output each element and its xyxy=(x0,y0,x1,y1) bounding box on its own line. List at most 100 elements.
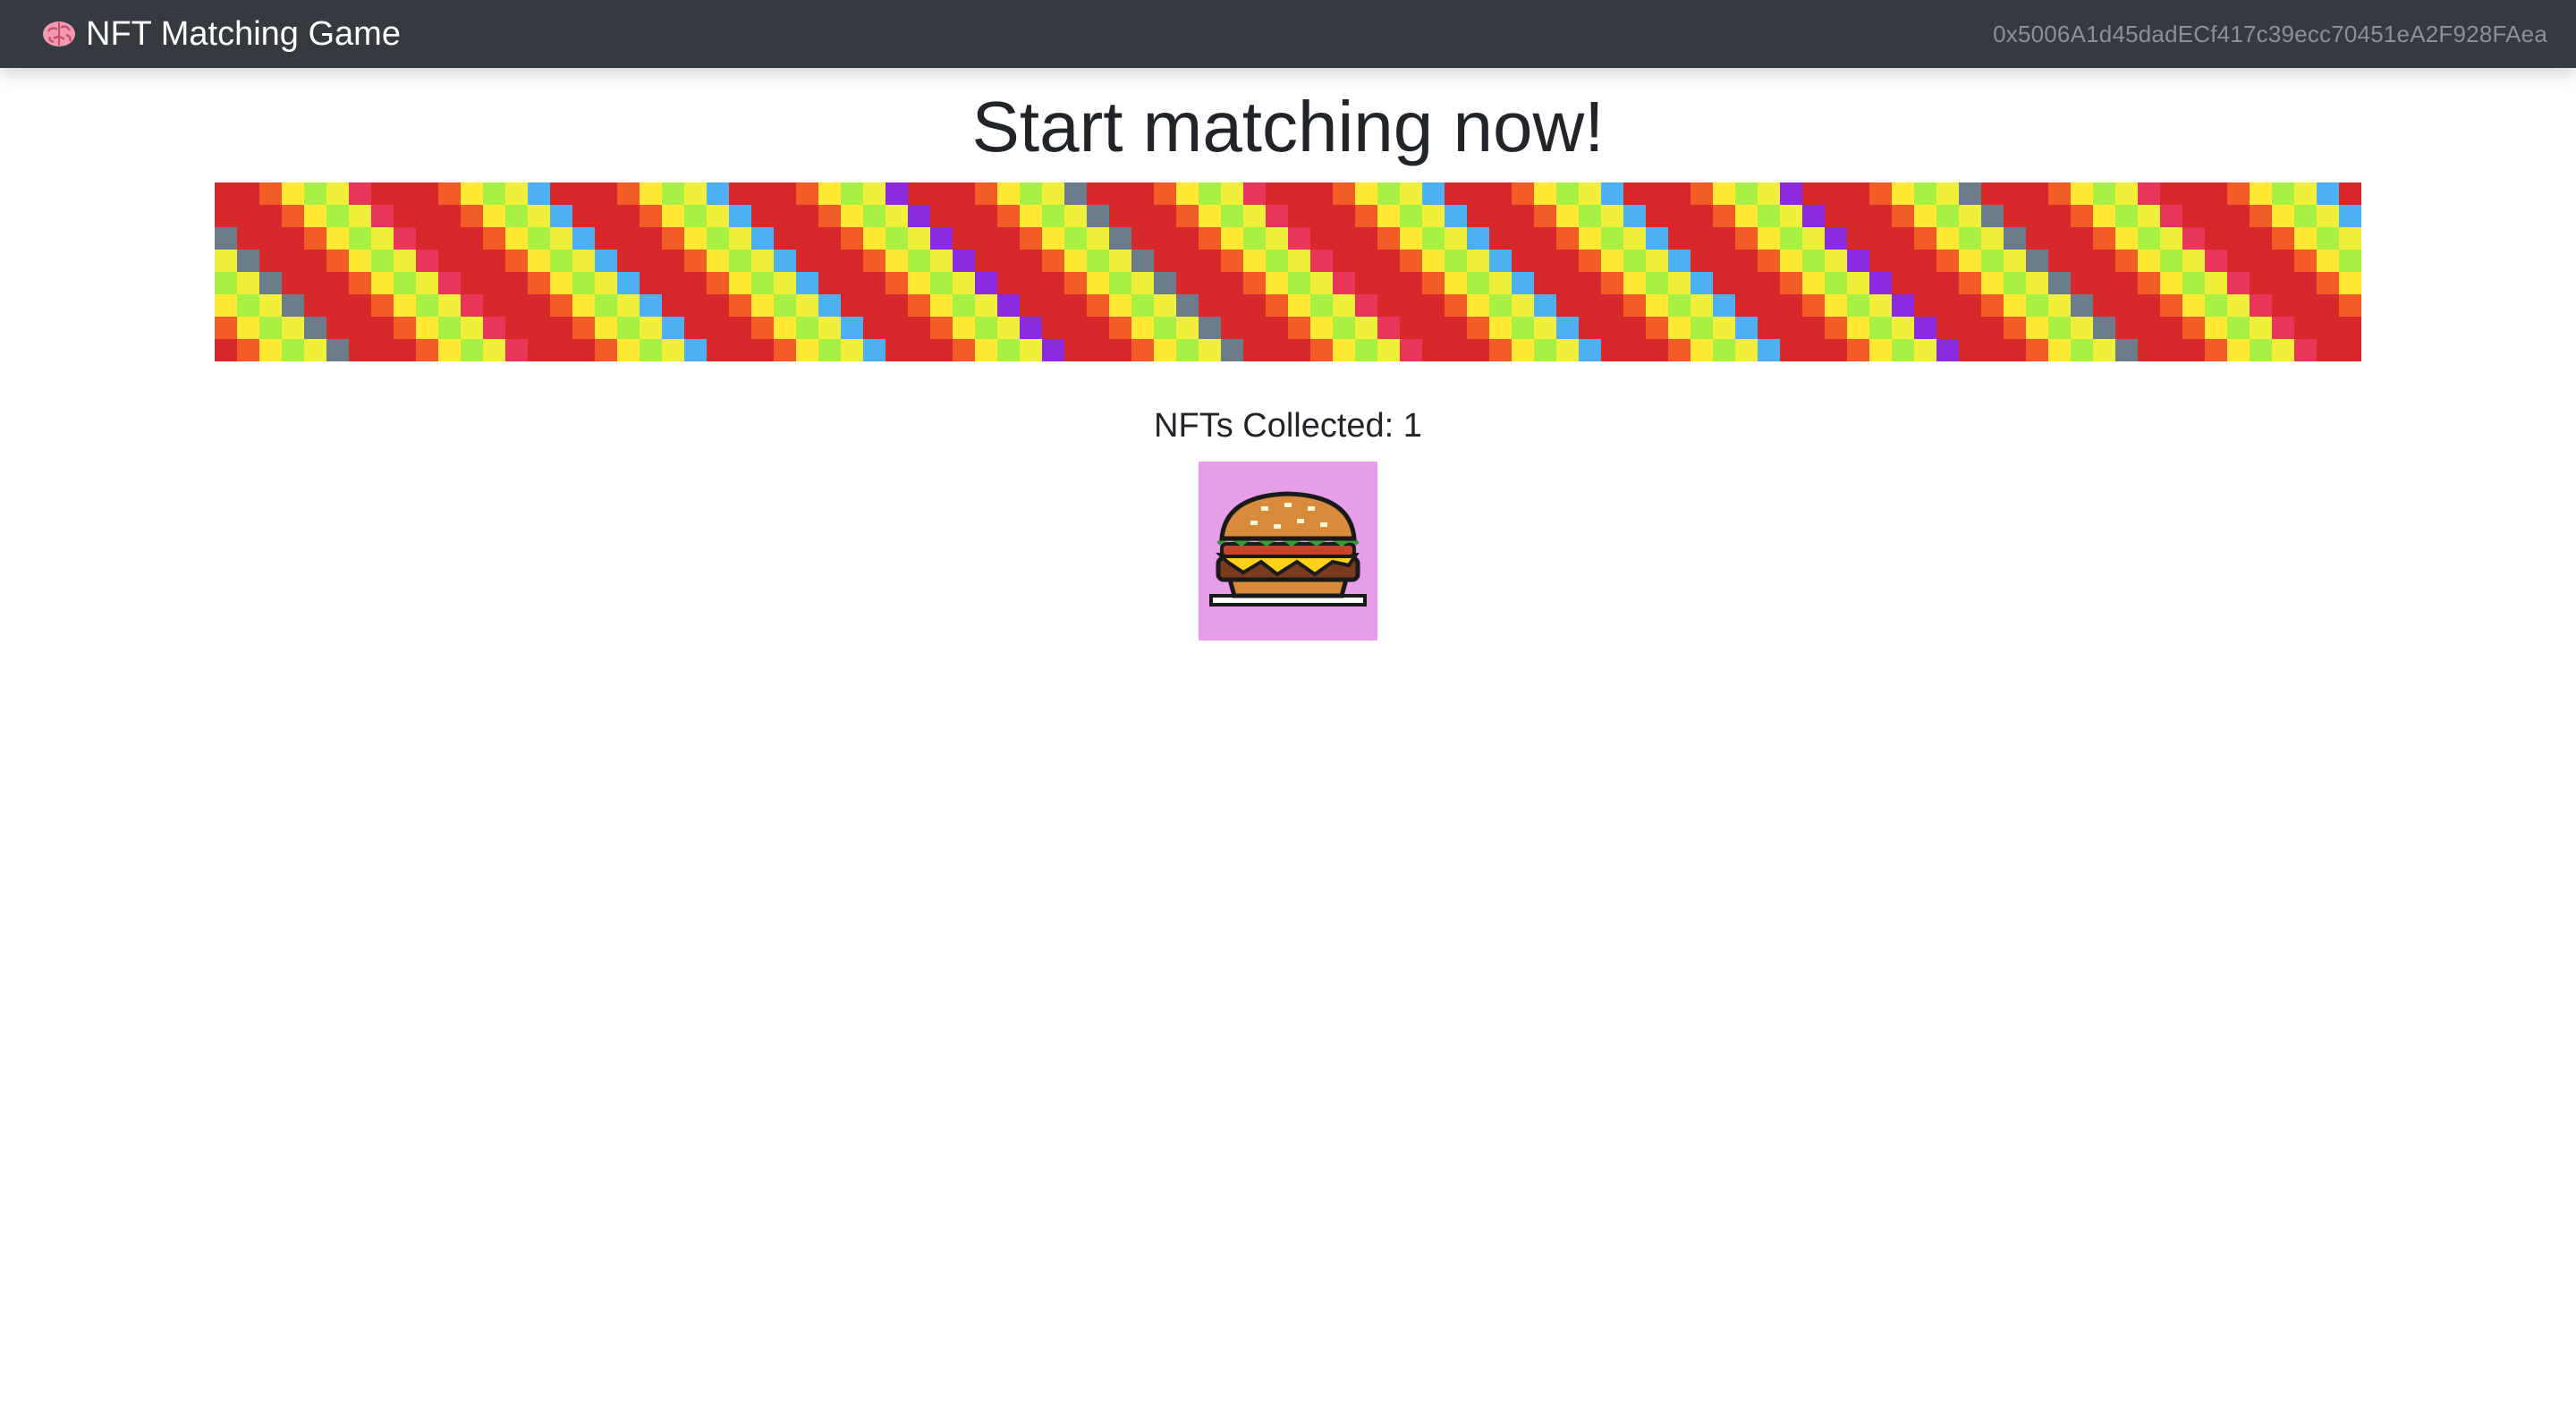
card-tile[interactable] xyxy=(796,272,819,295)
card-tile[interactable] xyxy=(1668,294,1691,318)
card-tile[interactable] xyxy=(1087,317,1110,340)
card-tile[interactable] xyxy=(1646,250,1669,273)
card-tile[interactable] xyxy=(1109,205,1132,228)
card-tile[interactable] xyxy=(2250,227,2273,250)
card-tile[interactable] xyxy=(572,339,596,361)
card-tile[interactable] xyxy=(1936,294,1960,318)
card-tile[interactable] xyxy=(1869,227,1893,250)
card-tile[interactable] xyxy=(349,227,372,250)
card-tile[interactable] xyxy=(1735,182,1758,206)
card-tile[interactable] xyxy=(326,317,350,340)
card-tile[interactable] xyxy=(1646,182,1669,206)
card-tile[interactable] xyxy=(1266,294,1289,318)
card-tile[interactable] xyxy=(1869,294,1893,318)
card-tile[interactable] xyxy=(886,294,909,318)
card-tile[interactable] xyxy=(886,339,909,361)
card-tile[interactable] xyxy=(1556,317,1580,340)
card-tile[interactable] xyxy=(707,272,730,295)
card-tile[interactable] xyxy=(1333,182,1356,206)
card-tile[interactable] xyxy=(930,317,953,340)
card-tile[interactable] xyxy=(1199,227,1222,250)
card-tile[interactable] xyxy=(2026,250,2049,273)
card-tile[interactable] xyxy=(1333,250,1356,273)
card-tile[interactable] xyxy=(2182,317,2206,340)
card-tile[interactable] xyxy=(975,205,998,228)
card-tile[interactable] xyxy=(550,250,573,273)
card-tile[interactable] xyxy=(2071,250,2094,273)
card-tile[interactable] xyxy=(1445,227,1468,250)
card-tile[interactable] xyxy=(572,205,596,228)
card-tile[interactable] xyxy=(617,250,640,273)
card-tile[interactable] xyxy=(2317,339,2340,361)
card-tile[interactable] xyxy=(1758,205,1781,228)
card-tile[interactable] xyxy=(1020,205,1043,228)
card-tile[interactable] xyxy=(1176,227,1199,250)
card-tile[interactable] xyxy=(1802,294,1826,318)
card-tile[interactable] xyxy=(1243,250,1267,273)
card-tile[interactable] xyxy=(1109,227,1132,250)
card-tile[interactable] xyxy=(528,317,551,340)
card-tile[interactable] xyxy=(371,250,394,273)
card-tile[interactable] xyxy=(1869,339,1893,361)
card-tile[interactable] xyxy=(1288,339,1311,361)
card-tile[interactable] xyxy=(1668,250,1691,273)
card-tile[interactable] xyxy=(2182,294,2206,318)
card-tile[interactable] xyxy=(863,294,886,318)
card-tile[interactable] xyxy=(774,272,797,295)
card-tile[interactable] xyxy=(1556,182,1580,206)
card-tile[interactable] xyxy=(2004,250,2027,273)
card-tile[interactable] xyxy=(1243,272,1267,295)
card-tile[interactable] xyxy=(461,182,484,206)
card-tile[interactable] xyxy=(2026,294,2049,318)
card-tile[interactable] xyxy=(841,272,864,295)
card-tile[interactable] xyxy=(1556,272,1580,295)
card-tile[interactable] xyxy=(863,339,886,361)
card-tile[interactable] xyxy=(1221,294,1244,318)
card-tile[interactable] xyxy=(729,272,752,295)
card-tile[interactable] xyxy=(707,182,730,206)
card-tile[interactable] xyxy=(349,250,372,273)
card-tile[interactable] xyxy=(1489,294,1513,318)
card-tile[interactable] xyxy=(1422,294,1445,318)
card-tile[interactable] xyxy=(282,317,305,340)
card-tile[interactable] xyxy=(1646,317,1669,340)
card-tile[interactable] xyxy=(841,182,864,206)
card-tile[interactable] xyxy=(394,227,417,250)
card-tile[interactable] xyxy=(1467,294,1490,318)
card-tile[interactable] xyxy=(2205,294,2228,318)
card-tile[interactable] xyxy=(1981,272,2004,295)
card-tile[interactable] xyxy=(1869,272,1893,295)
card-tile[interactable] xyxy=(2227,250,2250,273)
card-tile[interactable] xyxy=(505,317,529,340)
card-tile[interactable] xyxy=(349,205,372,228)
card-tile[interactable] xyxy=(1445,339,1468,361)
card-tile[interactable] xyxy=(1892,339,1915,361)
card-tile[interactable] xyxy=(1713,182,1736,206)
card-tile[interactable] xyxy=(684,317,708,340)
card-tile[interactable] xyxy=(1579,250,1602,273)
card-tile[interactable] xyxy=(662,227,685,250)
card-tile[interactable] xyxy=(707,294,730,318)
card-tile[interactable] xyxy=(304,272,327,295)
card-tile[interactable] xyxy=(2205,205,2228,228)
card-tile[interactable] xyxy=(1825,317,1848,340)
card-tile[interactable] xyxy=(684,339,708,361)
card-tile[interactable] xyxy=(908,205,931,228)
card-tile[interactable] xyxy=(394,272,417,295)
card-tile[interactable] xyxy=(684,205,708,228)
card-tile[interactable] xyxy=(1534,182,1557,206)
card-tile[interactable] xyxy=(1579,294,1602,318)
card-tile[interactable] xyxy=(1668,227,1691,250)
card-tile[interactable] xyxy=(1623,227,1647,250)
card-tile[interactable] xyxy=(572,317,596,340)
card-tile[interactable] xyxy=(2339,294,2361,318)
card-tile[interactable] xyxy=(1780,317,1803,340)
card-tile[interactable] xyxy=(371,227,394,250)
card-tile[interactable] xyxy=(2339,272,2361,295)
card-tile[interactable] xyxy=(1109,317,1132,340)
card-tile[interactable] xyxy=(1534,227,1557,250)
card-tile[interactable] xyxy=(1802,272,1826,295)
card-tile[interactable] xyxy=(1825,339,1848,361)
card-tile[interactable] xyxy=(1243,339,1267,361)
card-tile[interactable] xyxy=(1377,272,1401,295)
